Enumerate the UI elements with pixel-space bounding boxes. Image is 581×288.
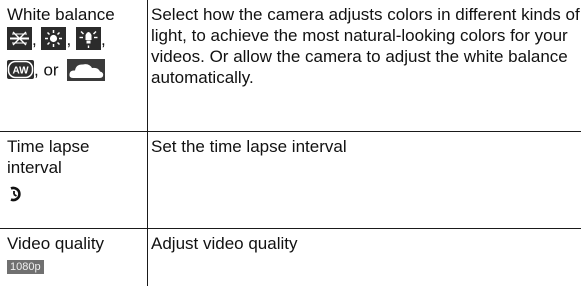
setting-cell: Time lapse interval [0, 130, 148, 229]
setting-description: Adjust video quality [151, 233, 298, 253]
separator-comma: , [66, 30, 72, 50]
white-balance-icons: , , , [7, 27, 147, 51]
tungsten-icon [7, 27, 32, 51]
table-row-video-quality: Video quality 1080p Adjust video quality [0, 227, 581, 286]
separator-comma: , [32, 30, 37, 50]
cloudy-icon [67, 58, 106, 81]
fluorescent-icon [75, 27, 101, 51]
description-cell: Set the time lapse interval [147, 130, 581, 229]
aw-label: AW [12, 66, 29, 77]
settings-table: White balance , , , AW , or Select how t… [0, 0, 581, 286]
setting-name: Video quality [7, 233, 105, 253]
setting-name: White balance [7, 5, 115, 24]
or-text: , or [34, 60, 59, 80]
setting-description: Set the time lapse interval [151, 136, 347, 156]
setting-cell: Video quality 1080p [0, 227, 148, 286]
daylight-icon [41, 27, 67, 51]
description-cell: Adjust video quality [147, 227, 581, 286]
table-row-white-balance: White balance , , , AW , or Select how t… [0, 0, 581, 132]
auto-white-balance-icon: AW [7, 60, 34, 80]
description-cell: Select how the camera adjusts colors in … [147, 0, 581, 132]
separator-comma: , [100, 30, 106, 50]
time-lapse-icon [7, 186, 21, 202]
setting-description: Select how the camera adjusts colors in … [151, 5, 580, 87]
video-quality-badge: 1080p [7, 259, 44, 274]
setting-cell: White balance , , , AW , or [0, 0, 148, 132]
setting-name: Time lapse interval [7, 136, 90, 177]
table-row-time-lapse: Time lapse interval Set the time lapse i… [0, 130, 581, 229]
white-balance-icons-2: AW , or [7, 58, 147, 81]
